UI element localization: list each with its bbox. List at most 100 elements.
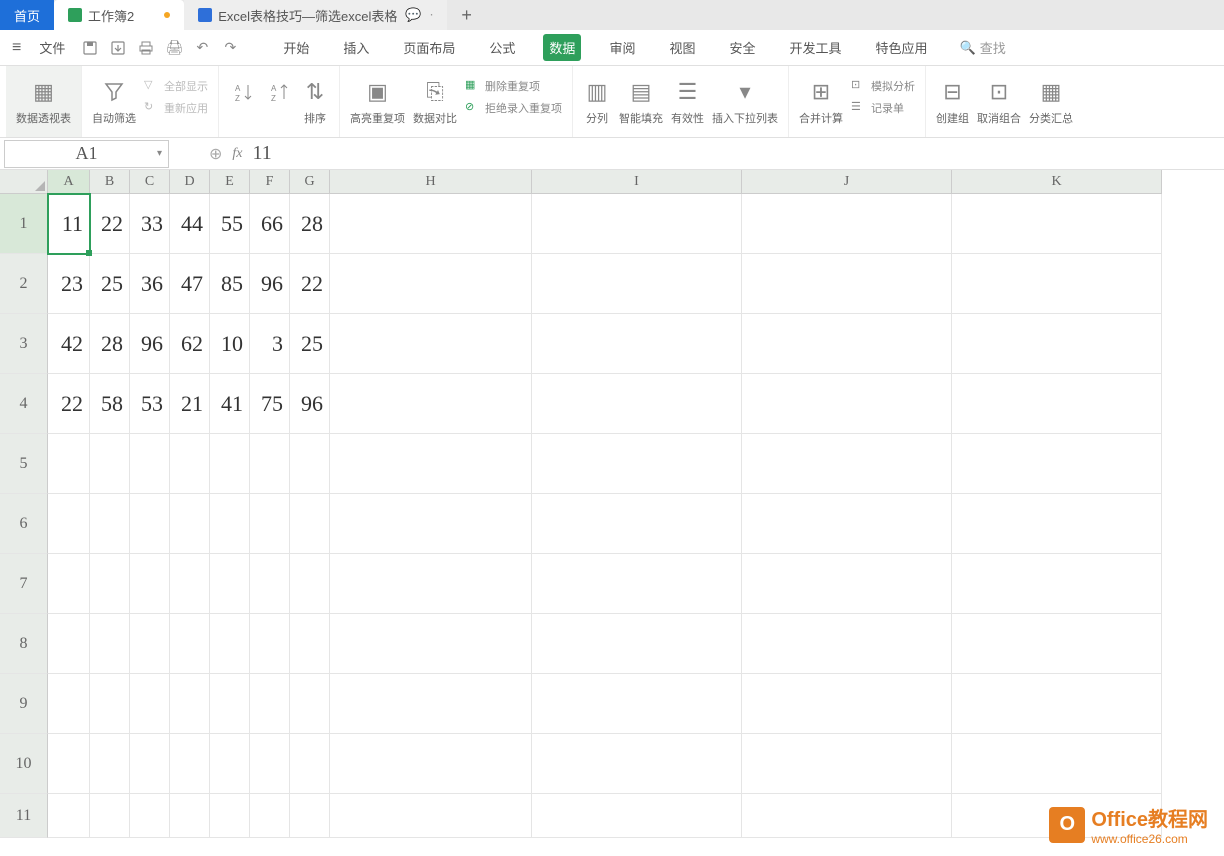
cell-E11[interactable] xyxy=(210,794,250,838)
reject-dup-button[interactable]: ⊘拒绝录入重复项 xyxy=(465,100,562,116)
select-all-corner[interactable] xyxy=(0,170,48,194)
cell-B3[interactable]: 28 xyxy=(90,314,130,374)
row-header-2[interactable]: 2 xyxy=(0,254,48,314)
row-header-3[interactable]: 3 xyxy=(0,314,48,374)
fx-icon[interactable]: fx xyxy=(232,146,242,162)
cell-J5[interactable] xyxy=(742,434,952,494)
cell-D7[interactable] xyxy=(170,554,210,614)
cell-A10[interactable] xyxy=(48,734,90,794)
remove-dup-button[interactable]: ▦删除重复项 xyxy=(465,78,562,94)
cell-H2[interactable] xyxy=(330,254,532,314)
column-header-C[interactable]: C xyxy=(130,170,170,194)
cell-J3[interactable] xyxy=(742,314,952,374)
row-header-7[interactable]: 7 xyxy=(0,554,48,614)
search-box[interactable]: 🔍 查找 xyxy=(960,38,1006,57)
cell-G3[interactable]: 25 xyxy=(290,314,330,374)
highlight-dup-button[interactable]: ▣高亮重复项 xyxy=(350,78,405,126)
cell-D2[interactable]: 47 xyxy=(170,254,210,314)
what-if-button[interactable]: ⊡模拟分析 xyxy=(851,78,915,94)
column-header-H[interactable]: H xyxy=(330,170,532,194)
group-button[interactable]: ⊟创建组 xyxy=(936,78,969,126)
cell-F3[interactable]: 3 xyxy=(250,314,290,374)
cell-K8[interactable] xyxy=(952,614,1162,674)
ungroup-button[interactable]: ⊡取消组合 xyxy=(977,78,1021,126)
cell-D11[interactable] xyxy=(170,794,210,838)
cell-I10[interactable] xyxy=(532,734,742,794)
cell-K3[interactable] xyxy=(952,314,1162,374)
cell-B7[interactable] xyxy=(90,554,130,614)
cell-B4[interactable]: 58 xyxy=(90,374,130,434)
cell-C2[interactable]: 36 xyxy=(130,254,170,314)
cell-G2[interactable]: 22 xyxy=(290,254,330,314)
tab-close-icon[interactable]: ⋅ xyxy=(430,8,434,22)
cell-K9[interactable] xyxy=(952,674,1162,734)
cell-J8[interactable] xyxy=(742,614,952,674)
cell-C6[interactable] xyxy=(130,494,170,554)
validation-button[interactable]: ☰有效性 xyxy=(671,78,704,126)
cell-J9[interactable] xyxy=(742,674,952,734)
cell-B2[interactable]: 25 xyxy=(90,254,130,314)
cell-I1[interactable] xyxy=(532,194,742,254)
hamburger-icon[interactable]: ≡ xyxy=(8,39,25,57)
column-header-D[interactable]: D xyxy=(170,170,210,194)
consolidate-button[interactable]: ⊞合并计算 xyxy=(799,78,843,126)
cell-F8[interactable] xyxy=(250,614,290,674)
dropdown-list-button[interactable]: ▾插入下拉列表 xyxy=(712,78,778,126)
row-header-9[interactable]: 9 xyxy=(0,674,48,734)
cell-A3[interactable]: 42 xyxy=(48,314,90,374)
cell-D10[interactable] xyxy=(170,734,210,794)
cell-C10[interactable] xyxy=(130,734,170,794)
row-header-5[interactable]: 5 xyxy=(0,434,48,494)
cell-H10[interactable] xyxy=(330,734,532,794)
cell-B10[interactable] xyxy=(90,734,130,794)
cell-D9[interactable] xyxy=(170,674,210,734)
sort-desc-button[interactable]: AZ xyxy=(265,78,293,126)
cell-A6[interactable] xyxy=(48,494,90,554)
column-header-K[interactable]: K xyxy=(952,170,1162,194)
cell-E5[interactable] xyxy=(210,434,250,494)
cell-C7[interactable] xyxy=(130,554,170,614)
tab-add-button[interactable]: + xyxy=(447,5,486,26)
cell-F2[interactable]: 96 xyxy=(250,254,290,314)
column-header-G[interactable]: G xyxy=(290,170,330,194)
undo-icon[interactable]: ↶ xyxy=(191,37,213,59)
cell-F6[interactable] xyxy=(250,494,290,554)
row-header-8[interactable]: 8 xyxy=(0,614,48,674)
menu-layout[interactable]: 页面布局 xyxy=(397,34,461,61)
cell-J6[interactable] xyxy=(742,494,952,554)
save-icon[interactable] xyxy=(79,37,101,59)
data-compare-button[interactable]: ⎘数据对比 xyxy=(413,78,457,126)
cell-H4[interactable] xyxy=(330,374,532,434)
menu-formula[interactable]: 公式 xyxy=(483,34,521,61)
print-preview-icon[interactable]: 🖨 xyxy=(163,37,185,59)
cell-I6[interactable] xyxy=(532,494,742,554)
name-box[interactable]: A1 ▾ xyxy=(4,140,169,168)
formula-input[interactable] xyxy=(253,142,1153,165)
name-box-dropdown-icon[interactable]: ▾ xyxy=(157,148,162,159)
cell-F7[interactable] xyxy=(250,554,290,614)
column-header-F[interactable]: F xyxy=(250,170,290,194)
cell-E2[interactable]: 85 xyxy=(210,254,250,314)
cell-E1[interactable]: 55 xyxy=(210,194,250,254)
column-header-B[interactable]: B xyxy=(90,170,130,194)
flash-fill-button[interactable]: ▤智能填充 xyxy=(619,78,663,126)
cell-H1[interactable] xyxy=(330,194,532,254)
cell-C9[interactable] xyxy=(130,674,170,734)
cell-A7[interactable] xyxy=(48,554,90,614)
tab-home[interactable]: 首页 xyxy=(0,0,54,30)
cell-B1[interactable]: 22 xyxy=(90,194,130,254)
column-header-I[interactable]: I xyxy=(532,170,742,194)
autofilter-button[interactable]: 自动筛选 xyxy=(92,78,136,126)
menu-insert[interactable]: 插入 xyxy=(337,34,375,61)
tab-webpage[interactable]: Excel表格技巧—筛选excel表格 💬 ⋅ xyxy=(184,0,447,30)
cell-I11[interactable] xyxy=(532,794,742,838)
cell-G7[interactable] xyxy=(290,554,330,614)
cell-D6[interactable] xyxy=(170,494,210,554)
cell-F4[interactable]: 75 xyxy=(250,374,290,434)
cell-G8[interactable] xyxy=(290,614,330,674)
pivot-table-button[interactable]: ▦数据透视表 xyxy=(16,78,71,126)
cell-K2[interactable] xyxy=(952,254,1162,314)
cell-F10[interactable] xyxy=(250,734,290,794)
cell-K7[interactable] xyxy=(952,554,1162,614)
show-all-button[interactable]: ▽全部显示 xyxy=(144,78,208,94)
